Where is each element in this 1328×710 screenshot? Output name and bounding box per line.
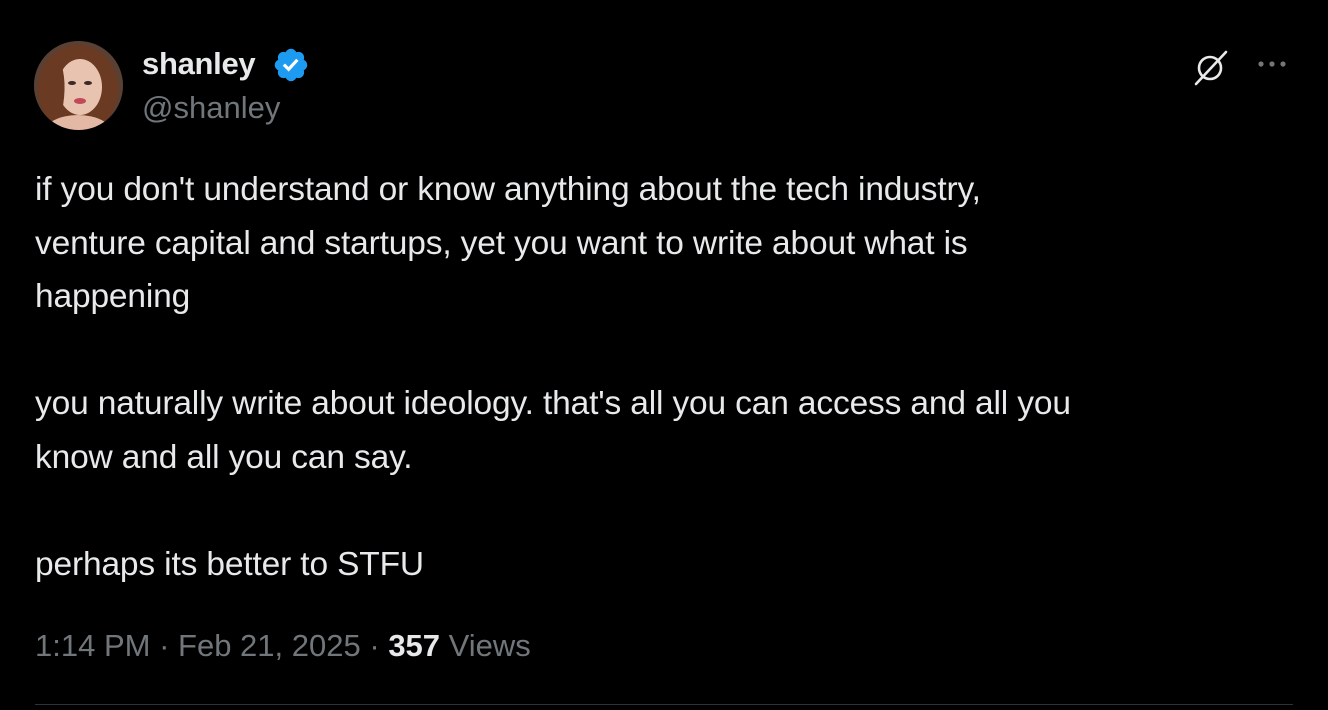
tweet-paragraph: you naturally write about ideology. that… (35, 385, 1071, 476)
views-count: 357 (388, 628, 441, 663)
tweet-date[interactable]: Feb 21, 2025 (178, 628, 361, 663)
tweet-time[interactable]: 1:14 PM (35, 628, 150, 663)
avatar-image (34, 41, 123, 130)
tweet-paragraph: perhaps its better to STFU (35, 545, 424, 583)
divider (35, 704, 1293, 705)
meta-separator: · (369, 628, 380, 663)
grok-icon[interactable] (1190, 46, 1232, 88)
tweet-meta: 1:14 PM · Feb 21, 2025 · 357 Views (35, 624, 531, 668)
user-handle[interactable]: @shanley (142, 89, 280, 127)
avatar[interactable] (34, 41, 123, 130)
tweet-body: if you don't understand or know anything… (35, 163, 1285, 591)
tweet-card: shanley @shanley if you don't understand… (0, 0, 1328, 710)
more-options-icon[interactable] (1254, 52, 1290, 76)
tweet-paragraph: if you don't understand or know anything… (35, 171, 981, 315)
views-label: Views (448, 628, 531, 663)
verified-badge-icon (274, 48, 308, 82)
user-display-name[interactable]: shanley (142, 45, 256, 83)
meta-separator: · (159, 628, 170, 663)
